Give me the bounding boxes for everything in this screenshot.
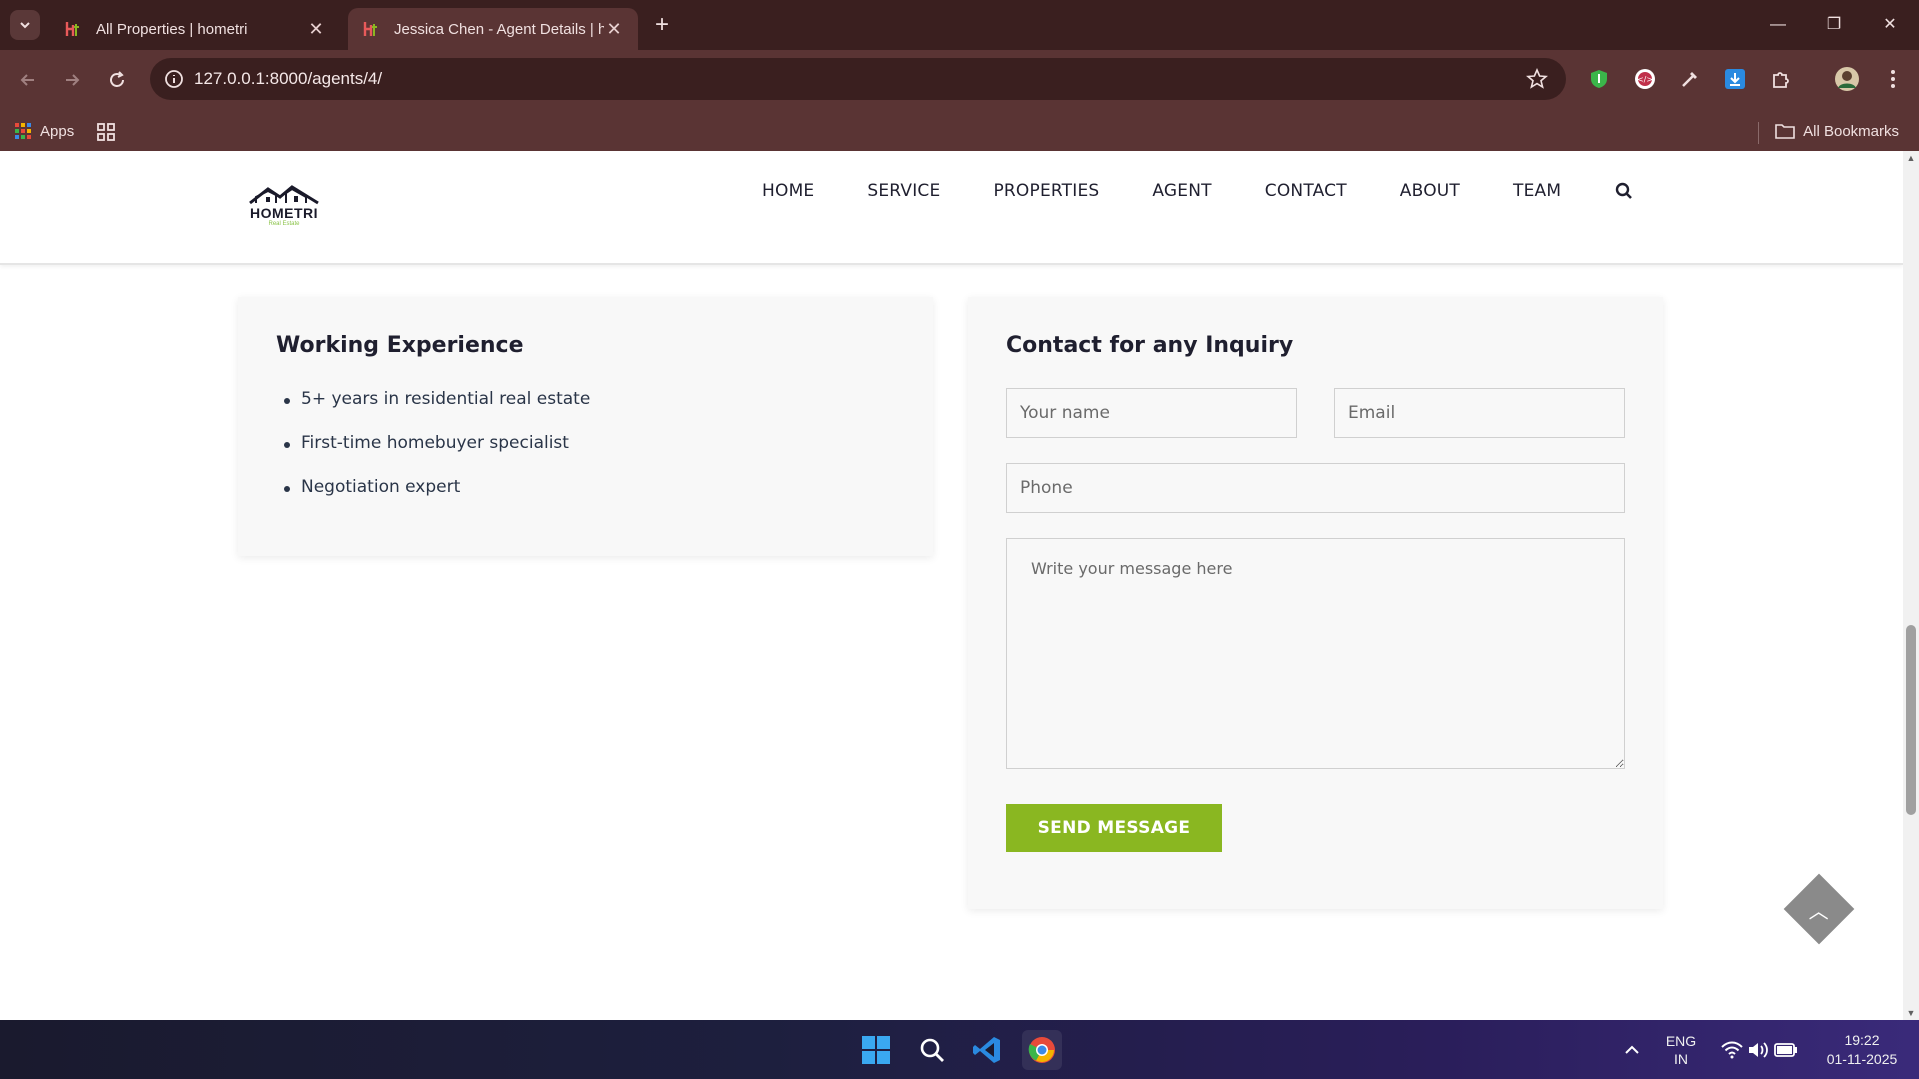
nav-properties[interactable]: PROPERTIES — [993, 181, 1099, 201]
tab-title: Jessica Chen - Agent Details | hometri — [394, 20, 604, 38]
nav-team[interactable]: TEAM — [1513, 181, 1561, 201]
back-button[interactable] — [12, 64, 44, 96]
main-nav: HOME SERVICE PROPERTIES AGENT CONTACT AB… — [762, 181, 1634, 201]
nav-home[interactable]: HOME — [762, 181, 814, 201]
taskbar-search-icon[interactable] — [912, 1030, 952, 1070]
list-item: Negotiation expert — [276, 477, 590, 521]
eyedropper-extension-icon[interactable] — [1675, 64, 1705, 94]
apps-grid-icon — [15, 123, 31, 139]
lang-line1: ENG — [1665, 1032, 1697, 1049]
experience-list: 5+ years in residential real estate Firs… — [276, 389, 590, 521]
url-text: 127.0.0.1:8000/agents/4/ — [194, 69, 383, 88]
system-clock[interactable]: 19:22 01-11-2025 — [1814, 1020, 1910, 1079]
chrome-taskbar-icon[interactable] — [1022, 1030, 1062, 1070]
working-experience-card: Working Experience 5+ years in residenti… — [238, 297, 933, 556]
browser-tab-bar: All Properties | hometri ✕ Jessica Chen … — [0, 0, 1919, 50]
contact-form-title: Contact for any Inquiry — [1006, 333, 1294, 358]
bookmarks-bar: Apps All Bookmarks — [0, 112, 1919, 152]
chrome-menu-icon[interactable] — [1878, 64, 1908, 94]
restore-button[interactable]: ❐ — [1814, 10, 1854, 40]
extensions-puzzle-icon[interactable] — [1766, 64, 1796, 94]
page-scrollbar[interactable]: ▲ ▼ — [1903, 151, 1919, 1020]
browser-toolbar: 127.0.0.1:8000/agents/4/ </> Apps All Bo… — [0, 50, 1919, 158]
address-bar[interactable]: 127.0.0.1:8000/agents/4/ — [150, 58, 1566, 100]
forward-button[interactable] — [56, 64, 88, 96]
all-bookmarks-button[interactable]: All Bookmarks — [1775, 122, 1899, 140]
close-window-button[interactable]: ✕ — [1870, 10, 1910, 40]
hometri-favicon-icon — [363, 22, 377, 36]
clock-time: 19:22 — [1844, 1031, 1880, 1048]
back-to-top-button[interactable]: ︿ — [1783, 873, 1855, 945]
download-extension-icon[interactable] — [1720, 64, 1750, 94]
search-icon[interactable] — [1614, 181, 1634, 201]
phone-input[interactable] — [1006, 463, 1625, 513]
experience-title: Working Experience — [276, 333, 524, 358]
reload-button[interactable] — [101, 64, 133, 96]
folder-icon — [1775, 124, 1795, 139]
all-bookmarks-label: All Bookmarks — [1803, 122, 1899, 140]
windows-start-icon[interactable] — [856, 1030, 896, 1070]
chevron-up-icon: ︿ — [1809, 900, 1829, 923]
tray-overflow-chevron-icon[interactable] — [1612, 1030, 1652, 1070]
tab-all-properties[interactable]: All Properties | hometri ✕ — [50, 8, 340, 50]
shield-extension-icon[interactable] — [1584, 64, 1614, 94]
bookmark-apps-label: Apps — [40, 122, 75, 140]
tab-search-button[interactable] — [10, 10, 40, 40]
scroll-down-arrow-icon[interactable]: ▼ — [1906, 1008, 1916, 1018]
tab-agent-details[interactable]: Jessica Chen - Agent Details | hometri ✕ — [348, 8, 638, 50]
vscode-icon[interactable] — [967, 1030, 1007, 1070]
reload-icon — [110, 71, 124, 87]
site-header: HOMETRI Real Estate HOME SERVICE PROPERT… — [0, 151, 1903, 265]
contact-inquiry-card: Contact for any Inquiry SEND MESSAGE — [968, 297, 1663, 909]
nav-agent[interactable]: AGENT — [1152, 181, 1211, 201]
send-message-button[interactable]: SEND MESSAGE — [1006, 804, 1222, 852]
site-info-icon[interactable] — [164, 69, 184, 89]
lang-line2: IN — [1674, 1050, 1688, 1067]
tab-title: All Properties | hometri — [96, 20, 248, 38]
windows-taskbar: ENG IN 19:22 01-11-2025 — [0, 1020, 1919, 1079]
minimize-button[interactable]: — — [1758, 10, 1798, 40]
page-viewport: HOMETRI Real Estate HOME SERVICE PROPERT… — [0, 151, 1903, 1020]
svg-text:</>: </> — [1637, 75, 1653, 84]
scrollbar-thumb[interactable] — [1906, 625, 1916, 815]
language-indicator[interactable]: ENG IN — [1664, 1020, 1698, 1079]
arrow-right-icon — [66, 74, 80, 86]
message-textarea[interactable] — [1006, 538, 1625, 769]
tab-groups-icon[interactable] — [96, 122, 116, 146]
new-tab-button[interactable]: + — [648, 12, 676, 40]
logo-subtext: Real Estate — [268, 221, 300, 227]
name-input[interactable] — [1006, 388, 1297, 438]
house-logo-icon — [249, 185, 319, 205]
bookmark-star-icon[interactable] — [1526, 68, 1548, 90]
bookmark-apps[interactable]: Apps — [14, 122, 74, 140]
clock-date: 01-11-2025 — [1826, 1050, 1898, 1067]
list-item: First-time homebuyer specialist — [276, 433, 590, 477]
profile-avatar-icon[interactable] — [1832, 64, 1862, 94]
nav-contact[interactable]: CONTACT — [1265, 181, 1347, 201]
devtools-extension-icon[interactable]: </> — [1630, 64, 1660, 94]
close-icon[interactable]: ✕ — [604, 19, 624, 40]
nav-about[interactable]: ABOUT — [1400, 181, 1460, 201]
bookmarks-divider — [1758, 122, 1759, 144]
nav-service[interactable]: SERVICE — [867, 181, 940, 201]
close-icon[interactable]: ✕ — [306, 19, 326, 40]
email-input[interactable] — [1334, 388, 1625, 438]
chevron-down-icon — [20, 22, 30, 29]
battery-icon[interactable] — [1766, 1030, 1806, 1070]
arrow-left-icon — [20, 74, 34, 86]
scroll-up-arrow-icon[interactable]: ▲ — [1906, 153, 1916, 163]
hometri-favicon-icon — [65, 22, 79, 36]
site-logo[interactable]: HOMETRI Real Estate — [246, 183, 322, 233]
logo-text: HOMETRI — [249, 205, 319, 221]
list-item: 5+ years in residential real estate — [276, 389, 590, 433]
